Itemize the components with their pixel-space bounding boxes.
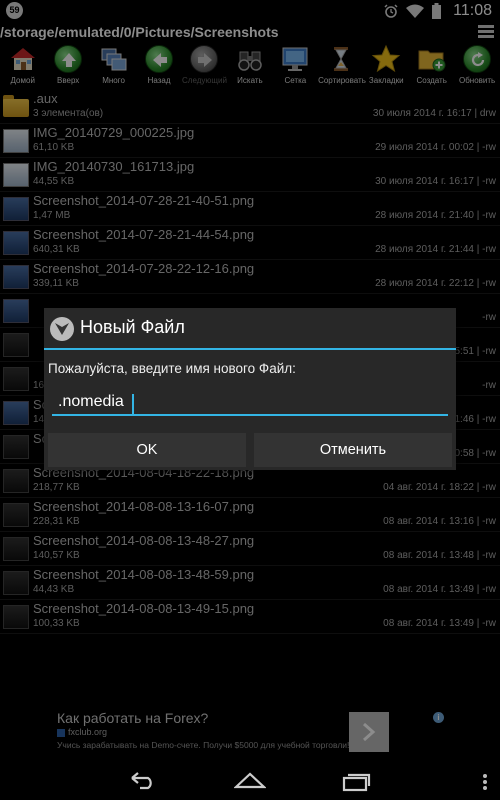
new-folder-icon [417,44,447,74]
list-item[interactable]: Screenshot_2014-08-08-13-16-07.png 228,3… [0,498,500,532]
create-button[interactable]: Создать [409,44,454,90]
home-nav-icon [233,772,267,789]
status-bar: 59 11:08 [0,0,500,22]
ad-site[interactable]: fxclub.org [68,727,107,737]
image-thumbnail [3,197,29,221]
image-thumbnail [3,367,29,391]
list-item[interactable]: Screenshot_2014-07-28-22-12-16.png 339,1… [0,260,500,294]
back-icon [131,772,152,790]
nav-home-button[interactable] [233,770,267,795]
current-path: /storage/emulated/0/Pictures/Screenshots [0,24,279,40]
ad-site-icon [57,729,65,737]
multi-select-button[interactable]: Много [91,44,136,90]
bookmarks-button[interactable]: Закладки [364,44,409,90]
ad-title[interactable]: Как работать на Forex? [57,710,208,726]
nav-recents-button[interactable] [342,770,372,797]
list-item[interactable]: IMG_20140730_161713.jpg 44,55 KB 30 июля… [0,158,500,192]
path-bar: /storage/emulated/0/Pictures/Screenshots [0,22,500,42]
filename-input[interactable] [52,390,448,416]
recents-icon [342,773,371,792]
battery-icon [432,3,442,19]
dialog-header: Новый Файл [44,308,456,350]
chevron-right-icon [363,722,376,742]
image-thumbnail [3,299,29,323]
forward-arrow-icon [189,44,219,74]
clock: 11:08 [453,2,492,19]
refresh-icon [462,44,492,74]
nav-menu-icon[interactable] [483,774,487,792]
search-button[interactable]: Искать [227,44,272,90]
ad-banner[interactable]: Как работать на Forex? fxclub.org Учись … [0,700,500,760]
cancel-button[interactable]: Отменить [254,433,452,467]
binoculars-icon [235,44,265,74]
back-button[interactable]: Назад [136,44,181,90]
sort-button[interactable]: Сортировать [318,44,366,90]
notification-badge: 59 [6,2,23,19]
grid-button[interactable]: Сетка [273,44,318,90]
image-thumbnail [3,333,29,357]
up-arrow-icon [53,44,83,74]
ad-open-button[interactable] [349,712,389,752]
toolbar: Домой Вверх Много Назад Следующий Искать [0,44,500,90]
alarm-icon [384,4,398,18]
image-thumbnail [3,537,29,561]
folder-icon [3,95,29,119]
ok-button[interactable]: OK [48,433,246,467]
list-item[interactable]: Screenshot_2014-08-08-13-49-15.png 100,3… [0,600,500,634]
wifi-icon [406,4,425,18]
list-item[interactable]: Screenshot_2014-08-08-13-48-27.png 140,5… [0,532,500,566]
image-thumbnail [3,435,29,459]
image-thumbnail [3,571,29,595]
overflow-menu-icon[interactable] [478,23,494,39]
list-item[interactable]: Screenshot_2014-08-08-13-48-59.png 44,43… [0,566,500,600]
status-icons: 11:08 [384,2,492,20]
image-thumbnail [3,469,29,493]
text-cursor [132,394,134,414]
image-thumbnail [3,265,29,289]
image-thumbnail [3,503,29,527]
list-item[interactable]: Screenshot_2014-07-28-21-40-51.png 1,47 … [0,192,500,226]
dialog-message: Пожалуйста, введите имя нового Файл: [48,361,296,376]
list-item[interactable]: Screenshot_2014-07-28-21-44-54.png 640,3… [0,226,500,260]
back-arrow-icon [144,44,174,74]
forward-button[interactable]: Следующий [182,44,227,90]
navigation-bar [0,762,500,800]
grid-monitor-icon [280,44,310,74]
home-icon [8,44,38,74]
image-thumbnail [3,129,29,153]
multi-select-icon [99,44,129,74]
star-icon [371,44,401,74]
ad-info-icon[interactable]: i [433,712,444,723]
app-logo-icon [50,317,74,341]
image-thumbnail [3,401,29,425]
list-item[interactable]: IMG_20140729_000225.jpg 61,10 KB 29 июля… [0,124,500,158]
hourglass-icon [326,44,356,74]
image-thumbnail [3,231,29,255]
nav-back-button[interactable] [128,770,158,795]
up-button[interactable]: Вверх [45,44,90,90]
image-thumbnail [3,605,29,629]
refresh-button[interactable]: Обновить [454,44,499,90]
ad-description: Учись зарабатывать на Demo-счете. Получи… [57,740,350,750]
new-file-dialog: Новый Файл Пожалуйста, введите имя новог… [44,308,456,470]
home-button[interactable]: Домой [0,44,45,90]
dialog-title: Новый Файл [80,317,185,337]
image-thumbnail [3,163,29,187]
list-item[interactable]: .aux 3 элемента(ов) 30 июля 2014 г. 16:1… [0,90,500,124]
